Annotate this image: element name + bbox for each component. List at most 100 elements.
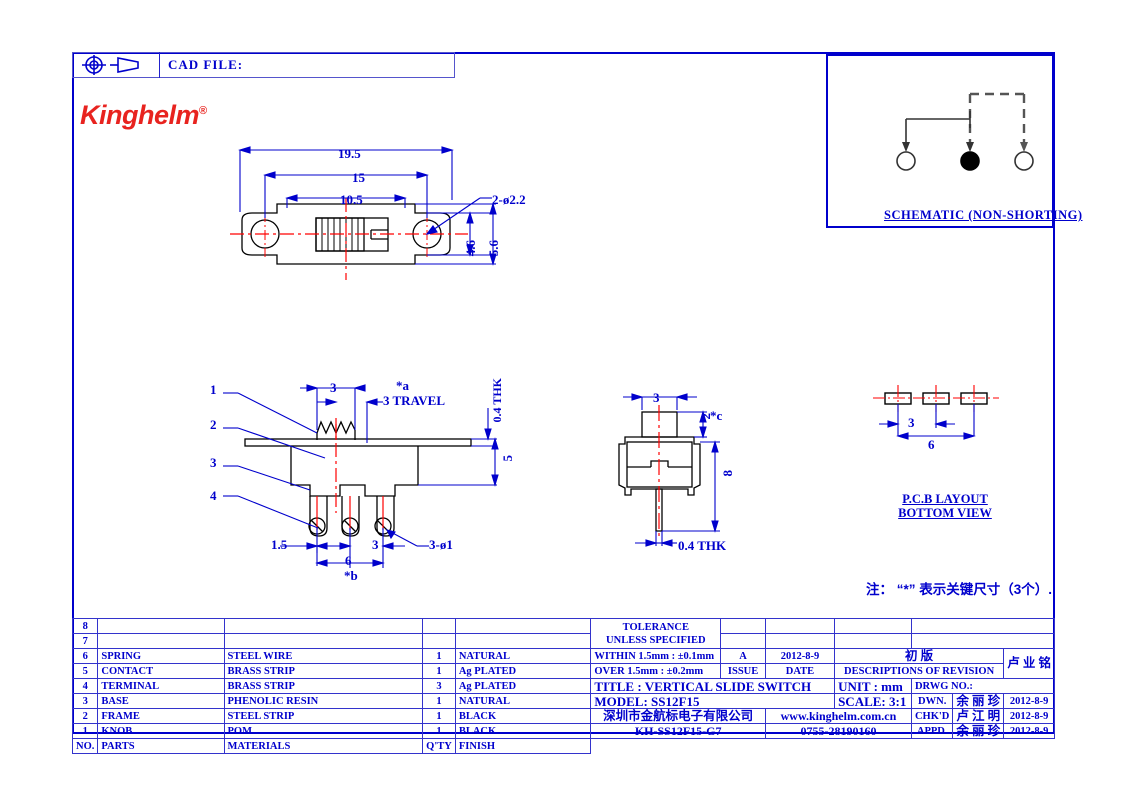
issue-label: ISSUE (720, 663, 766, 679)
table-row: 3 BASE PHENOLIC RESIN 1 NATURAL MODEL: S… (71, 693, 1055, 709)
callout-2: 2 (210, 417, 217, 432)
callout-1: 1 (210, 382, 217, 397)
bom-parts: FRAME (97, 708, 225, 724)
logo-text: Kinghelm (80, 100, 200, 130)
tb-blank-f (764, 633, 836, 649)
bom-finish: BLACK (454, 708, 592, 724)
col-header-finish: FINISH (454, 738, 592, 754)
bom-parts (97, 618, 225, 634)
col-header-no: NO. (71, 738, 99, 754)
bom-qty (422, 618, 456, 634)
pcb-layout-caption: P.C.B LAYOUT BOTTOM VIEW (880, 492, 1010, 520)
table-row: 8 TOLERANCE UNLESS SPECIFIED (71, 618, 1056, 649)
bom-materials: STEEL STRIP (223, 708, 424, 724)
bom-no: 3 (71, 693, 99, 709)
schematic-caption: SCHEMATIC (NON-SHORTING) (884, 208, 1083, 222)
dim-body-height: 5 (500, 455, 515, 462)
revision-appd-name: 卢 业 铭 (1003, 648, 1055, 679)
dim-outer-height: 5.6 (486, 240, 501, 257)
terminal-filled-center (960, 151, 980, 171)
table-row: 4 TERMINAL BRASS STRIP 3 Ag PLATED TITLE… (71, 678, 1056, 694)
col-header-parts: PARTS (97, 738, 225, 754)
company-website[interactable]: www.kinghelm.com.cn (764, 708, 912, 724)
bom-materials (223, 618, 424, 634)
logo-registered-mark: ® (199, 105, 207, 117)
table-header-row: NO. PARTS MATERIALS Q'TY FINISH (71, 738, 1055, 754)
signoff-name-chkd: 卢 江 明 (952, 708, 1005, 724)
signoff-role-dwn: DWN. (910, 693, 954, 709)
tolerance-header: TOLERANCE UNLESS SPECIFIED (590, 618, 722, 649)
bom-finish: BLACK (454, 723, 592, 739)
front-view-svg (223, 384, 499, 568)
schematic-svg (896, 92, 1034, 171)
bom-parts: BASE (97, 693, 225, 709)
bom-no: 2 (71, 708, 99, 724)
bom-finish: Ag PLATED (454, 663, 592, 679)
dim-hole-callout: 2-ø2.2 (492, 192, 526, 207)
issue-value: A (720, 648, 766, 664)
terminal-open-left (896, 151, 916, 171)
bom-qty: 3 (422, 678, 456, 694)
dim-pin-pitch: 3 (372, 537, 379, 552)
signoff-name-appd: 余 丽 珍 (952, 723, 1005, 739)
bom-qty: 1 (422, 708, 456, 724)
bom-finish: NATURAL (454, 648, 592, 664)
signoff-date-chkd: 2012-8-9 (1003, 708, 1055, 724)
table-row: 5 CONTACT BRASS STRIP 1 Ag PLATED OVER 1… (71, 663, 1055, 679)
callout-3: 3 (210, 455, 217, 470)
front-view (205, 378, 525, 573)
tb-blank-a (720, 618, 766, 634)
bom-materials: BRASS STRIP (223, 678, 424, 694)
dim-plate-thickness: 0.4 THK (490, 378, 504, 423)
part-number: KH-SS12F15-G7 (590, 723, 766, 739)
bom-no: 7 (71, 633, 99, 649)
revision-label: DESCRIPTIONS OF REVISION (834, 663, 1005, 679)
dim-pin-span-key: *b (344, 568, 358, 583)
scale-label: SCALE: 3:1 (834, 693, 912, 709)
drawing-sheet: CAD FILE: Kinghelm® SCHEMATIC (NON-SHORT… (0, 0, 1123, 793)
pcb-caption-line1: P.C.B LAYOUT (902, 492, 988, 506)
arrow-mid (966, 142, 974, 152)
dim-pin-thickness: 0.4 THK (678, 538, 727, 553)
tolerance-line1: TOLERANCE (622, 621, 689, 633)
bom-finish (454, 633, 592, 649)
tolerance-line2: UNLESS SPECIFIED (606, 634, 706, 646)
tb-blank-g (834, 633, 912, 649)
top-view (230, 140, 540, 315)
date-label: DATE (764, 663, 836, 679)
top-view-svg (230, 146, 497, 280)
tb-blank-b (764, 618, 836, 634)
table-row: 6 SPRING STEEL WIRE 1 NATURAL WITHIN 1.5… (71, 648, 1055, 679)
dim-inner-height: 4.6 (463, 240, 478, 257)
tb-blank-d (910, 618, 1056, 634)
tolerance-over: OVER 1.5mm : ±0.2mm (590, 663, 722, 679)
bom-qty: 1 (422, 648, 456, 664)
dim-overall-width: 19.5 (338, 146, 361, 161)
table-row: 2 FRAME STEEL STRIP 1 BLACK 深圳市金航标电子有限公司… (71, 708, 1055, 724)
dim-side-knob-width: 3 (653, 390, 660, 405)
dim-pad-pitch: 3 (908, 415, 915, 430)
dim-travel-key: *a (396, 378, 409, 393)
bom-qty: 1 (422, 723, 456, 739)
bom-parts (97, 633, 225, 649)
col-header-qty: Q'TY (422, 738, 456, 754)
unit-label: UNIT : mm (834, 678, 912, 694)
dim-pad-span: 6 (928, 437, 935, 452)
tb-blank-e (720, 633, 766, 649)
bom-finish: NATURAL (454, 693, 592, 709)
signoff-role-chkd: CHK'D (910, 708, 954, 724)
pcb-caption-line2: BOTTOM VIEW (898, 506, 992, 520)
bom-materials: PHENOLIC RESIN (223, 693, 424, 709)
dim-edge-to-pin: 1.5 (271, 537, 288, 552)
bom-finish: Ag PLATED (454, 678, 592, 694)
pcb-layout-svg (873, 385, 999, 440)
dim-knob-width: 3 (330, 380, 337, 395)
tb-blank-h (910, 633, 1056, 649)
table-row: 1 KNOB POM 1 BLACK KH-SS12F15-G7 0755-28… (71, 723, 1055, 739)
bom-qty (422, 633, 456, 649)
kinghelm-logo: Kinghelm® (80, 100, 207, 131)
bom-materials: POM (223, 723, 424, 739)
bom-materials (223, 633, 424, 649)
dim-total-height: 8 (720, 470, 735, 477)
bom-no: 5 (71, 663, 99, 679)
